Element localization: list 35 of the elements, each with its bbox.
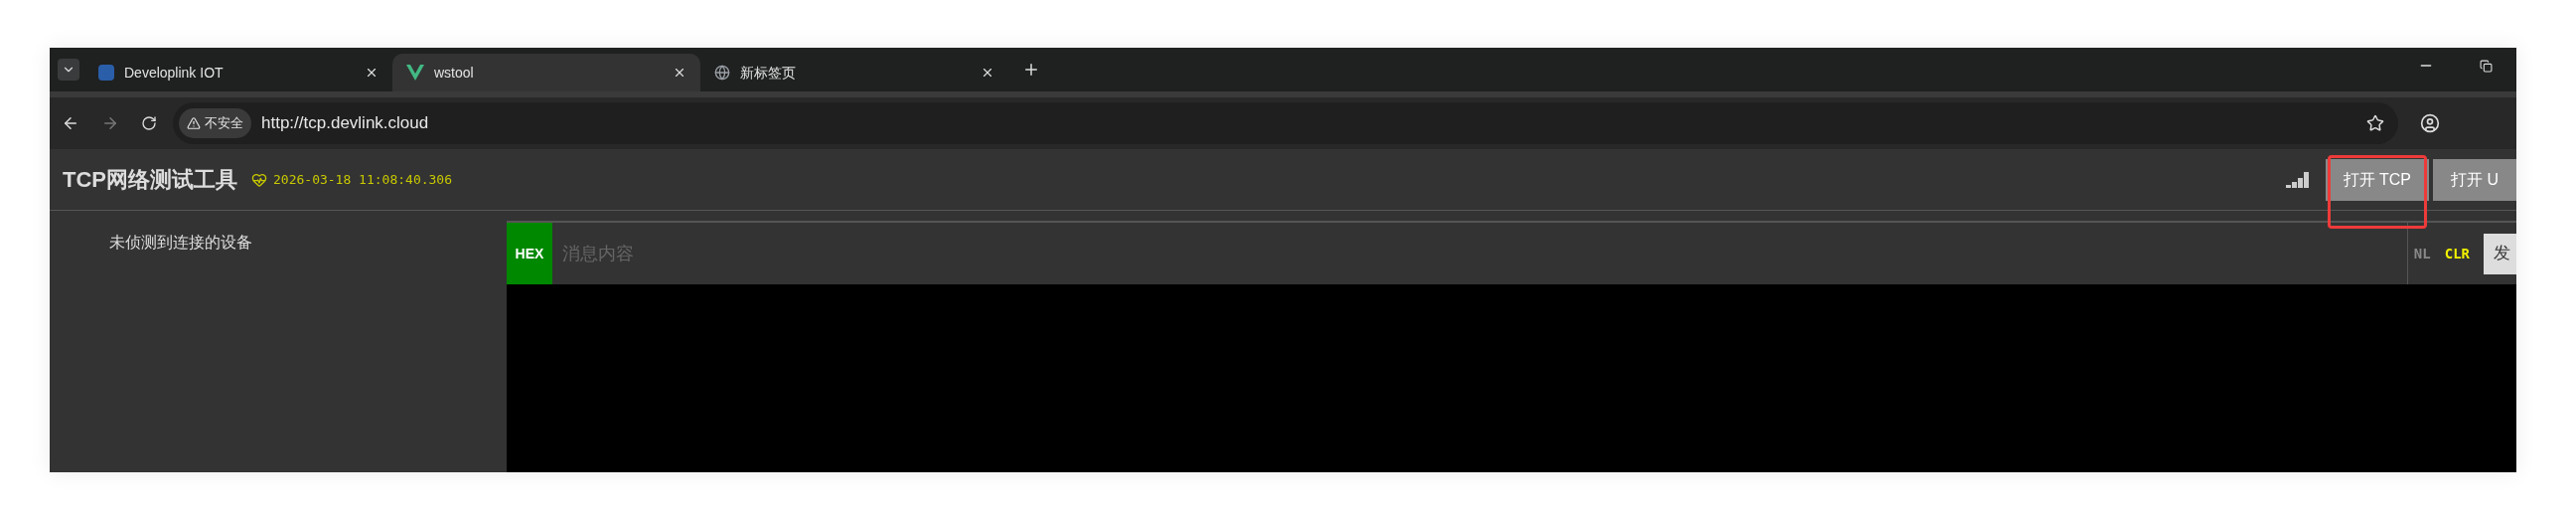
new-tab-icon[interactable] [1022,61,1040,79]
no-device-message: 未侦测到连接的设备 [109,234,252,251]
url-text: http://tcp.devlink.cloud [261,112,430,135]
security-chip[interactable]: 不安全 [179,108,251,138]
close-icon[interactable] [365,66,379,80]
app-logo-icon [98,65,114,81]
back-icon[interactable] [62,114,79,132]
send-button[interactable]: 发 [2484,233,2516,274]
close-icon[interactable] [673,66,686,80]
globe-icon [714,65,730,81]
tab-title: Developlink IOT [124,63,225,83]
timestamp: 2026-03-18 11:08:40.306 [273,170,452,189]
address-bar[interactable]: 不安全 http://tcp.devlink.cloud [173,102,2398,144]
reload-icon[interactable] [141,115,157,131]
tab-title: 新标签页 [740,63,797,83]
heart-pulse-icon [251,171,267,188]
open-button[interactable]: 打开 TCP [2325,158,2429,201]
forward-icon[interactable] [101,114,119,132]
restore-icon[interactable] [2480,60,2493,73]
warning-icon [187,116,201,130]
browser-tab[interactable]: Developlink IOT [84,54,392,91]
close-icon[interactable] [981,66,994,80]
browser-tab[interactable]: wstool [392,54,700,91]
option-toggle[interactable]: CLR [2444,243,2470,264]
profile-icon[interactable] [2420,113,2440,133]
v-logo-icon [406,65,424,81]
tab-list-button[interactable] [58,59,79,81]
bookmark-star-icon[interactable] [2366,114,2384,132]
app-title: TCP网络测试工具 [63,166,237,194]
hex-toggle[interactable]: HEX [507,223,552,284]
equalizer-icon[interactable] [2285,171,2310,188]
tab-title: wstool [434,63,475,83]
browser-tab[interactable]: 新标签页 [700,54,1008,91]
open-button[interactable]: 打开 U [2433,158,2516,201]
option-toggle[interactable]: NL [2413,243,2431,264]
